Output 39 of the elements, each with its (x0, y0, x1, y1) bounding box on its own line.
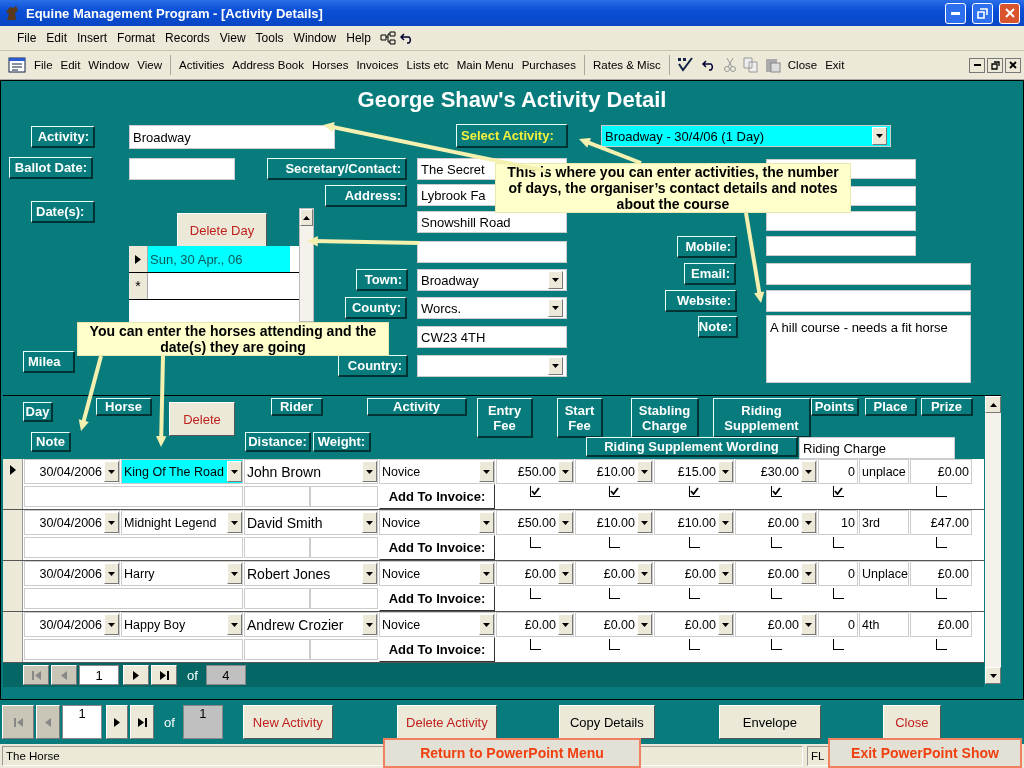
field-label: Website: (665, 290, 737, 312)
of-label: of (187, 667, 198, 683)
invoice-label: Add To Invoice: (379, 484, 495, 509)
field-label: Activity: (31, 126, 95, 148)
column-header: Weight: (313, 432, 371, 452)
column-header: Start Fee (557, 398, 603, 438)
record-count-field: 4 (205, 665, 246, 685)
invoice-label: Add To Invoice: (379, 586, 495, 611)
field-label: Note: (698, 316, 738, 338)
column-header: Stabling Charge (631, 398, 699, 438)
field-label: Mobile: (677, 236, 737, 258)
column-header: Distance: (245, 432, 311, 452)
column-header: Note (31, 432, 71, 452)
select-activity-label: Select Activity: (456, 124, 568, 148)
column-header: Entry Fee (477, 398, 533, 438)
column-header: Day (23, 402, 53, 422)
field-label: Secretary/Contact: (267, 158, 407, 180)
column-header: Activity (367, 398, 467, 416)
column-header: Prize (921, 398, 973, 416)
column-header: Points (811, 398, 859, 416)
field-label: Town: (356, 269, 408, 291)
field-label: Ballot Date: (9, 157, 93, 179)
column-header: Rider (271, 398, 323, 416)
help-tooltip: You can enter the horses attending and the date(s) they are going (77, 322, 389, 356)
column-header: Place (865, 398, 917, 416)
column-header: Riding Supplement Wording (586, 437, 798, 457)
field-label: Email: (684, 263, 736, 285)
field-label: Milea (23, 351, 75, 373)
new-row-marker: * (129, 273, 148, 299)
invoice-label: Add To Invoice: (379, 535, 495, 560)
of-label: of (164, 714, 175, 730)
record-count-field: 1 (182, 705, 223, 739)
field-label: County: (345, 297, 407, 319)
field-label: Address: (325, 185, 407, 207)
field-label: Date(s): (31, 201, 95, 223)
form-heading: George Shaw's Activity Detail (356, 87, 668, 113)
column-header: Horse (96, 398, 152, 416)
invoice-label: Add To Invoice: (379, 637, 495, 662)
window-title: Equine Management Program - [Activity Details] (26, 5, 324, 21)
